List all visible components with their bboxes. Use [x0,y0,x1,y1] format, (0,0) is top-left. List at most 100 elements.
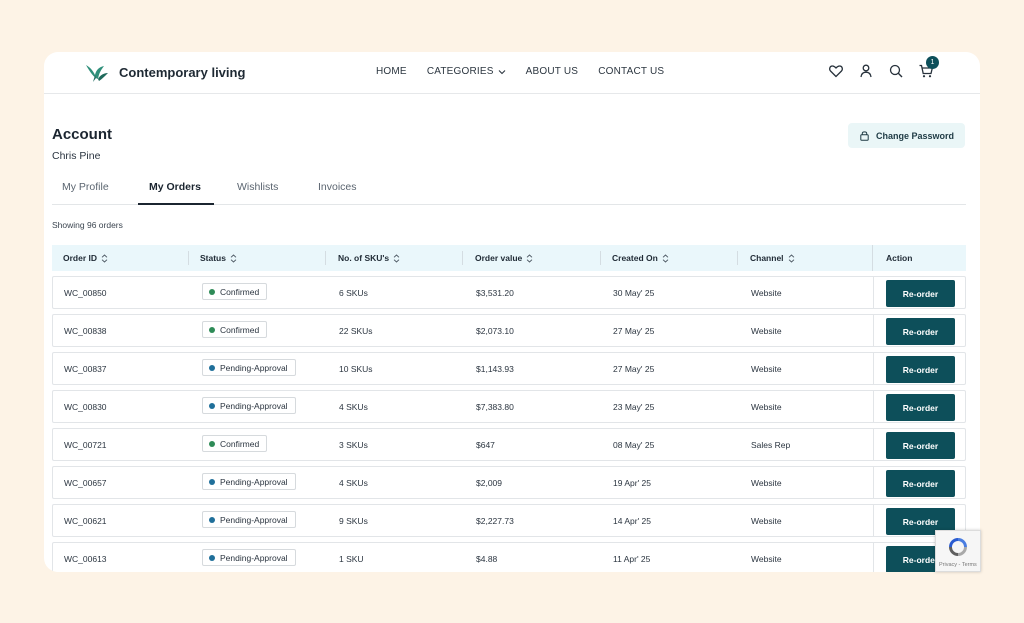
heart-icon[interactable] [828,63,844,79]
col-sku-count[interactable]: No. of SKU's [338,253,400,263]
recaptcha-badge[interactable]: Privacy - Terms [935,530,981,572]
col-channel[interactable]: Channel [750,253,795,263]
col-order-value-label: Order value [475,253,523,263]
reorder-button[interactable]: Re-order [886,280,955,307]
tab-my-orders[interactable]: My Orders [149,181,201,193]
table-row: WC_00837 Pending-Approval 10 SKUs $1,143… [52,352,966,385]
column-divider [872,245,873,271]
status-text: Confirmed [220,286,260,297]
table-row: WC_00621 Pending-Approval 9 SKUs $2,227.… [52,504,966,537]
column-divider [325,251,326,265]
col-order-id-label: Order ID [63,253,98,263]
sku-count-cell: 9 SKUs [339,516,368,526]
nav-contact-us[interactable]: CONTACT US [598,66,664,77]
recaptcha-links[interactable]: Privacy - Terms [939,562,977,568]
brand-name[interactable]: Contemporary living [119,65,245,80]
order-id-cell: WC_00830 [64,402,107,412]
sort-icon [393,253,400,263]
channel-cell: Website [751,516,782,526]
order-value-cell: $2,009 [476,478,502,488]
nav-categories[interactable]: CATEGORIES [427,66,506,77]
channel-cell: Website [751,288,782,298]
col-sku-count-label: No. of SKU's [338,253,390,263]
table-header: Order ID Status No. of SKU's Order value… [52,245,966,271]
channel-cell: Sales Rep [751,440,791,450]
order-id-cell: WC_00721 [64,440,107,450]
active-tab-indicator [138,203,214,205]
cart-count-badge: 1 [926,56,939,69]
column-divider [873,353,874,384]
bird-logo-icon[interactable] [84,59,110,85]
col-channel-label: Channel [750,253,784,263]
created-on-cell: 11 Apr' 25 [613,554,651,564]
sort-icon [788,253,794,263]
table-row: WC_00838 Confirmed 22 SKUs $2,073.10 27 … [52,314,966,347]
reorder-button[interactable]: Re-order [886,394,955,421]
nav-about-label: ABOUT US [525,66,579,77]
status-text: Confirmed [220,324,260,335]
status-text: Pending-Approval [220,476,288,487]
change-password-label: Change Password [875,130,955,141]
nav-contact-label: CONTACT US [598,66,665,77]
sku-count-cell: 4 SKUs [339,402,368,412]
user-icon[interactable] [858,63,874,79]
col-order-id[interactable]: Order ID [63,253,108,263]
created-on-cell: 08 May' 25 [613,440,655,450]
channel-cell: Website [751,364,782,374]
search-icon[interactable] [888,63,904,79]
order-id-cell: WC_00850 [64,288,107,298]
status-text: Pending-Approval [220,400,288,411]
sku-count-cell: 3 SKUs [339,440,368,450]
order-id-cell: WC_00838 [64,326,107,336]
status-dot [209,364,215,371]
column-divider [873,277,874,308]
sort-icon [230,253,237,263]
sort-icon [526,253,533,263]
recaptcha-icon [949,538,967,556]
channel-cell: Website [751,554,782,564]
status-text: Pending-Approval [220,552,288,563]
tab-invoices[interactable]: Invoices [318,181,357,193]
main-nav: HOME CATEGORIES ABOUT US CONTACT US [376,66,664,77]
reorder-button[interactable]: Re-order [886,356,955,383]
status-text: Pending-Approval [220,514,288,525]
reorder-button[interactable]: Re-order [886,432,955,459]
column-divider [873,391,874,422]
page-title: Account [52,126,112,143]
tab-wishlists[interactable]: Wishlists [237,181,278,193]
col-created-on[interactable]: Created On [612,253,669,263]
nav-about-us[interactable]: ABOUT US [526,66,579,77]
status-badge: Pending-Approval [202,473,296,490]
col-status[interactable]: Status [200,253,237,263]
channel-cell: Website [751,402,782,412]
order-value-cell: $1,143.93 [476,364,514,374]
status-badge: Pending-Approval [202,511,296,528]
table-row: WC_00657 Pending-Approval 4 SKUs $2,009 … [52,466,966,499]
channel-cell: Website [751,478,782,488]
status-dot [209,402,215,409]
change-password-button[interactable]: Change Password [848,123,965,148]
table-row: WC_00850 Confirmed 6 SKUs $3,531.20 30 M… [52,276,966,309]
column-divider [737,251,738,265]
column-divider [873,543,874,572]
table-row: WC_00721 Confirmed 3 SKUs $647 08 May' 2… [52,428,966,461]
col-status-label: Status [200,253,226,263]
reorder-button[interactable]: Re-order [886,318,955,345]
top-navbar: Contemporary living HOME CATEGORIES ABOU… [44,52,980,94]
status-dot [209,326,215,333]
tab-my-profile[interactable]: My Profile [62,181,109,193]
table-row: WC_00613 Pending-Approval 1 SKU $4.88 11… [52,542,966,572]
order-value-cell: $7,383.80 [476,402,514,412]
nav-categories-label: CATEGORIES [426,66,494,77]
reorder-button[interactable]: Re-order [886,470,955,497]
status-dot [209,554,215,561]
nav-home[interactable]: HOME [376,66,407,77]
column-divider [188,251,189,265]
order-value-cell: $3,531.20 [476,288,514,298]
status-badge: Confirmed [202,321,268,338]
column-divider [873,315,874,346]
status-dot [209,288,215,295]
status-badge: Pending-Approval [202,397,296,414]
created-on-cell: 14 Apr' 25 [613,516,652,526]
col-order-value[interactable]: Order value [475,253,533,263]
